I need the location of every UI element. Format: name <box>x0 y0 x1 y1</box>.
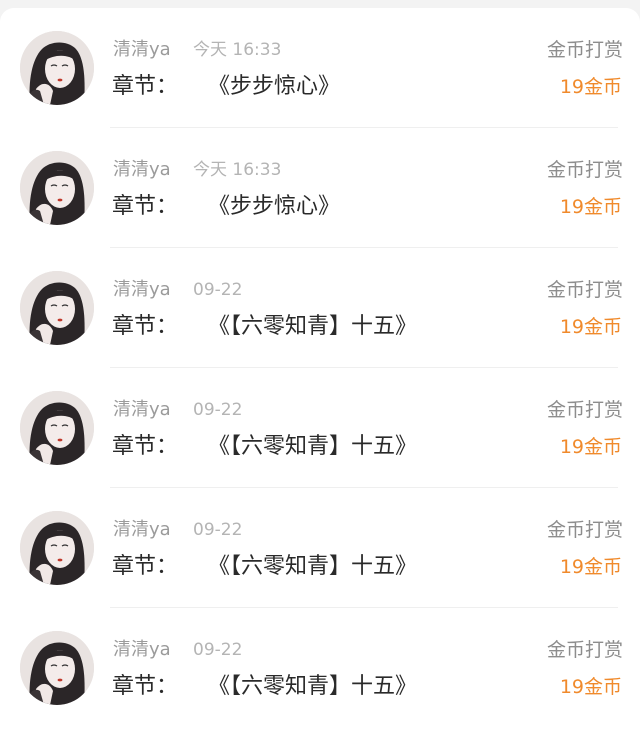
username[interactable]: 清清ya <box>113 638 171 662</box>
reward-amount: 19金币 <box>559 556 622 578</box>
timestamp: 09-22 <box>193 520 243 540</box>
timestamp: 今天 16:33 <box>193 160 282 180</box>
reward-type: 金币打赏 <box>546 399 623 421</box>
avatar-portrait-image <box>20 631 94 705</box>
avatar[interactable] <box>20 391 94 465</box>
avatar-portrait-image <box>20 271 94 345</box>
chapter-line[interactable]: 章节： 《【六零知青】十五》 <box>112 432 417 462</box>
avatar[interactable] <box>20 271 94 345</box>
chapter-line[interactable]: 章节： 《【六零知青】十五》 <box>112 552 417 582</box>
reward-type: 金币打赏 <box>546 639 623 661</box>
record-row[interactable]: 清清ya 09-22 章节： 《【六零知青】十五》 金币打赏 19金币 <box>0 368 640 488</box>
chapter-label: 章节： <box>112 314 179 339</box>
chapter-title[interactable]: 《【六零知青】十五》 <box>208 674 417 699</box>
chapter-title[interactable]: 《步步惊心》 <box>208 194 340 219</box>
username[interactable]: 清清ya <box>113 278 171 302</box>
record-row[interactable]: 清清ya 今天 16:33 章节： 《步步惊心》 金币打赏 19金币 <box>0 128 640 248</box>
reward-type: 金币打赏 <box>546 159 623 181</box>
reward-amount: 19金币 <box>559 196 622 218</box>
chapter-line[interactable]: 章节： 《【六零知青】十五》 <box>112 672 417 702</box>
reward-records-list: 清清ya 今天 16:33 章节： 《步步惊心》 金币打赏 19金币 清清ya 今… <box>0 8 640 750</box>
reward-type: 金币打赏 <box>546 39 623 61</box>
username[interactable]: 清清ya <box>113 518 171 542</box>
reward-type: 金币打赏 <box>546 519 623 541</box>
reward-amount: 19金币 <box>559 76 622 98</box>
avatar[interactable] <box>20 31 94 105</box>
chapter-title[interactable]: 《【六零知青】十五》 <box>208 554 417 579</box>
chapter-line[interactable]: 章节： 《步步惊心》 <box>112 72 340 102</box>
reward-amount: 19金币 <box>559 436 622 458</box>
reward-amount: 19金币 <box>559 676 622 698</box>
chapter-label: 章节： <box>112 194 179 219</box>
chapter-label: 章节： <box>112 674 179 699</box>
avatar-portrait-image <box>20 31 94 105</box>
username[interactable]: 清清ya <box>113 38 171 62</box>
chapter-title[interactable]: 《步步惊心》 <box>208 74 340 99</box>
chapter-label: 章节： <box>112 554 179 579</box>
chapter-title[interactable]: 《【六零知青】十五》 <box>208 434 417 459</box>
timestamp: 09-22 <box>193 640 243 660</box>
chapter-label: 章节： <box>112 74 179 99</box>
record-row[interactable]: 清清ya 今天 16:33 章节： 《步步惊心》 金币打赏 19金币 <box>0 8 640 128</box>
timestamp: 09-22 <box>193 400 243 420</box>
avatar-portrait-image <box>20 511 94 585</box>
timestamp: 今天 16:33 <box>193 40 282 60</box>
username[interactable]: 清清ya <box>113 398 171 422</box>
avatar[interactable] <box>20 631 94 705</box>
chapter-title[interactable]: 《【六零知青】十五》 <box>208 314 417 339</box>
avatar[interactable] <box>20 511 94 585</box>
record-row[interactable]: 清清ya 09-22 章节： 《【六零知青】十五》 金币打赏 19金币 <box>0 488 640 608</box>
avatar-portrait-image <box>20 391 94 465</box>
avatar[interactable] <box>20 151 94 225</box>
reward-type: 金币打赏 <box>546 279 623 301</box>
reward-amount: 19金币 <box>559 316 622 338</box>
timestamp: 09-22 <box>193 280 243 300</box>
record-row[interactable]: 清清ya 09-22 章节： 《【六零知青】十五》 金币打赏 19金币 <box>0 248 640 368</box>
username[interactable]: 清清ya <box>113 158 171 182</box>
chapter-label: 章节： <box>112 434 179 459</box>
chapter-line[interactable]: 章节： 《步步惊心》 <box>112 192 340 222</box>
avatar-portrait-image <box>20 151 94 225</box>
record-row[interactable]: 清清ya 09-22 章节： 《【六零知青】十五》 金币打赏 19金币 <box>0 608 640 728</box>
chapter-line[interactable]: 章节： 《【六零知青】十五》 <box>112 312 417 342</box>
